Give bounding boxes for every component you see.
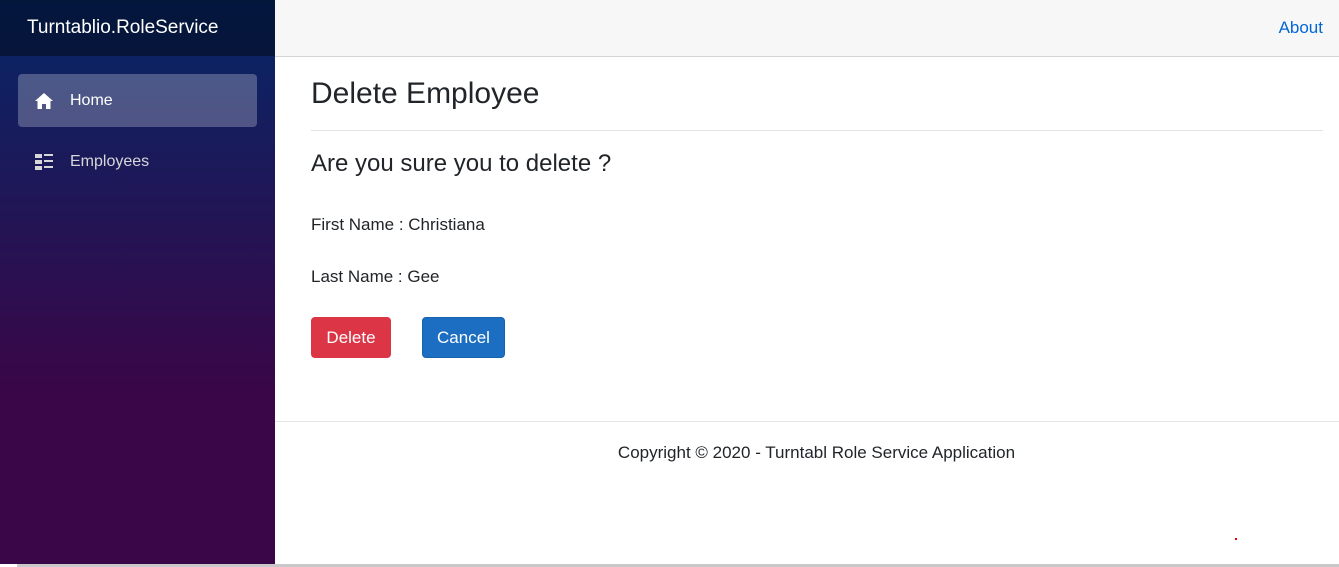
delete-button[interactable]: Delete — [311, 317, 391, 358]
sidebar-item-label: Employees — [70, 152, 150, 170]
main-content: Delete Employee Are you sure you to dele… — [311, 57, 1323, 358]
sidebar-nav: Home Employees — [0, 56, 275, 188]
footer-divider — [275, 421, 1339, 422]
home-icon — [34, 91, 54, 111]
footer-copyright: Copyright © 2020 - Turntabl Role Service… — [617, 443, 1016, 462]
brand-link[interactable]: Turntablio.RoleService — [27, 17, 219, 39]
sidebar: Turntablio.RoleService Home Employees — [0, 0, 275, 564]
top-bar: About — [275, 0, 1339, 57]
page-title: Delete Employee — [311, 77, 540, 110]
action-buttons: Delete Cancel — [311, 317, 1323, 358]
sidebar-item-label: Home — [70, 91, 113, 109]
cancel-button[interactable]: Cancel — [422, 317, 505, 358]
list-icon — [34, 152, 54, 172]
last-name-text: Last Name : Gee — [311, 267, 440, 286]
confirm-question: Are you sure you to delete ? — [311, 150, 612, 177]
stray-dot — [1235, 538, 1237, 540]
about-link[interactable]: About — [1279, 18, 1323, 38]
first-name-text: First Name : Christiana — [311, 215, 485, 234]
brand-bar: Turntablio.RoleService — [0, 0, 275, 56]
sidebar-item-employees[interactable]: Employees — [18, 135, 257, 188]
sidebar-item-home[interactable]: Home — [18, 74, 257, 127]
title-divider — [311, 130, 1323, 131]
